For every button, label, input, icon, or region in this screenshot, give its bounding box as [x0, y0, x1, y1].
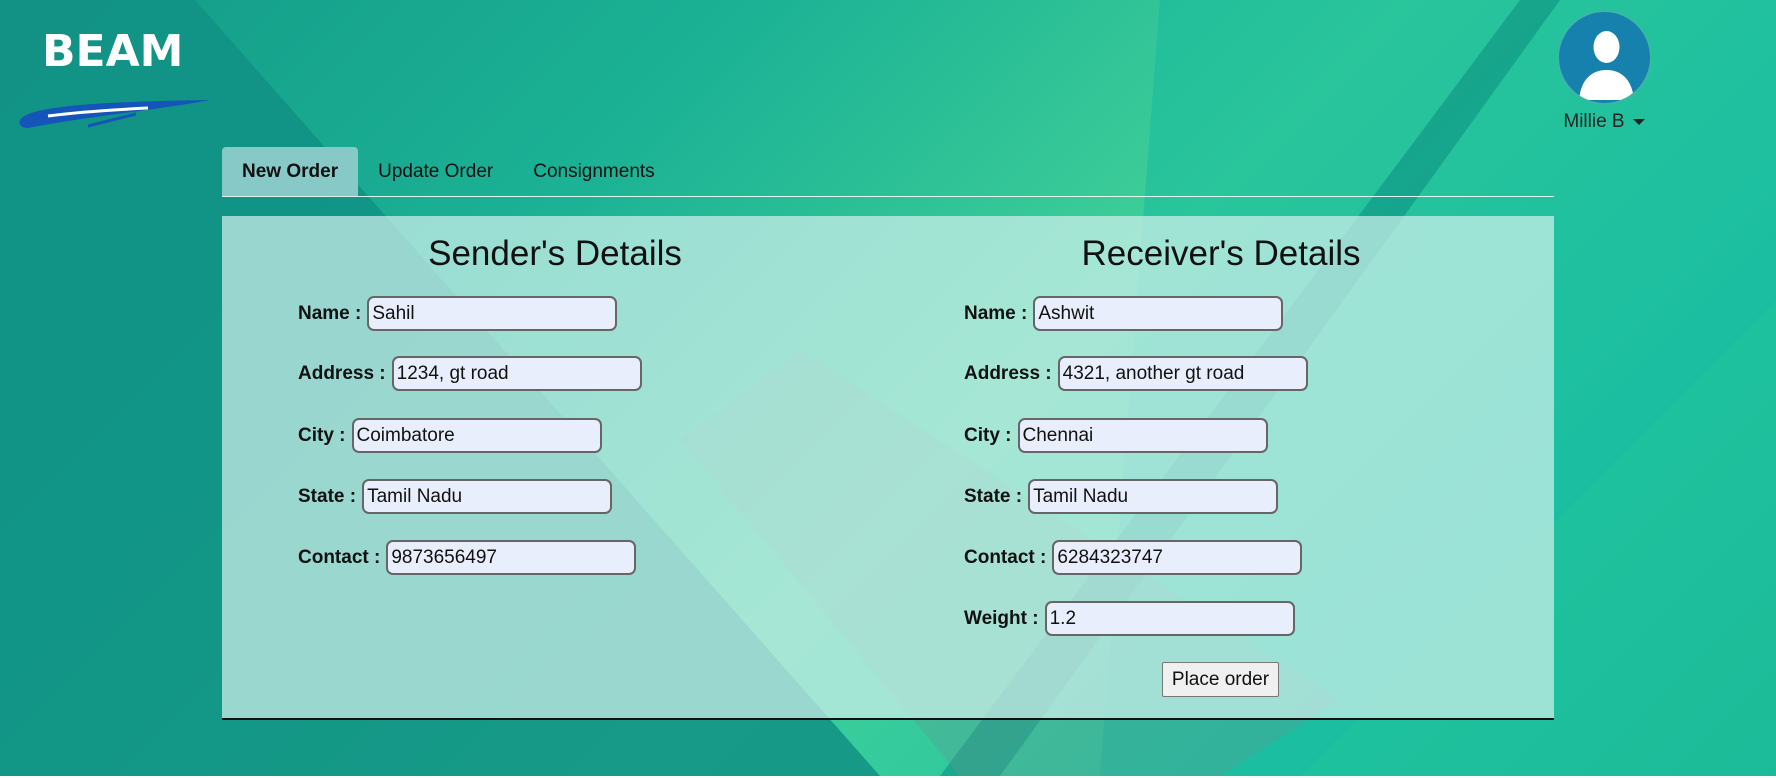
receiver-address-input[interactable] [1057, 356, 1308, 391]
receiver-address-row: Address : [964, 356, 1308, 391]
sender-state-label: State : [298, 485, 357, 507]
sender-section: Sender's Details Name : Address : City :… [222, 216, 888, 716]
new-order-form: Sender's Details Name : Address : City :… [222, 216, 1554, 720]
sender-name-input[interactable] [367, 296, 618, 331]
beam-logo[interactable]: BEAM [18, 28, 218, 128]
receiver-state-label: State : [964, 485, 1023, 507]
receiver-state-row: State : [964, 479, 1279, 514]
receiver-name-input[interactable] [1033, 296, 1284, 331]
sender-address-row: Address : [298, 356, 642, 391]
tab-consignments[interactable]: Consignments [513, 147, 674, 196]
receiver-contact-label: Contact : [964, 546, 1047, 568]
sender-state-input[interactable] [362, 479, 613, 514]
sender-city-label: City : [298, 424, 346, 446]
receiver-city-input[interactable] [1017, 418, 1268, 453]
user-profile[interactable]: Millie B [1556, 10, 1652, 133]
receiver-address-label: Address : [964, 362, 1052, 384]
tab-new-order[interactable]: New Order [222, 147, 359, 196]
receiver-title: Receiver's Details [1081, 234, 1361, 273]
sender-contact-row: Contact : [298, 540, 637, 575]
avatar[interactable] [1556, 10, 1652, 105]
receiver-contact-row: Contact : [964, 540, 1303, 575]
receiver-contact-input[interactable] [1052, 540, 1303, 575]
sender-city-row: City : [298, 418, 602, 453]
order-tabs: New Order Update Order Consignments [222, 147, 1554, 197]
sender-contact-input[interactable] [386, 540, 637, 575]
sender-address-label: Address : [298, 362, 386, 384]
sender-name-row: Name : [298, 296, 618, 331]
user-name: Millie B [1563, 111, 1625, 132]
receiver-city-row: City : [964, 418, 1268, 453]
tab-update-order[interactable]: Update Order [358, 147, 513, 196]
receiver-weight-label: Weight : [964, 607, 1039, 629]
receiver-weight-input[interactable] [1044, 601, 1295, 636]
place-order-button[interactable]: Place order [1162, 662, 1279, 697]
receiver-state-input[interactable] [1028, 479, 1279, 514]
caret-down-icon [1632, 119, 1645, 125]
receiver-name-label: Name : [964, 302, 1028, 324]
sender-contact-label: Contact : [298, 546, 381, 568]
user-silhouette-icon [1578, 31, 1634, 100]
sender-address-input[interactable] [391, 356, 642, 391]
sender-city-input[interactable] [351, 418, 602, 453]
receiver-section: Receiver's Details Name : Address : City… [888, 216, 1554, 716]
receiver-city-label: City : [964, 424, 1012, 446]
receiver-name-row: Name : [964, 296, 1284, 331]
receiver-weight-row: Weight : [964, 601, 1295, 636]
user-menu-toggle[interactable]: Millie B [1556, 111, 1652, 133]
sender-name-label: Name : [298, 302, 362, 324]
logo-swoosh-icon [19, 100, 211, 128]
sender-state-row: State : [298, 479, 613, 514]
sender-title: Sender's Details [428, 234, 682, 273]
